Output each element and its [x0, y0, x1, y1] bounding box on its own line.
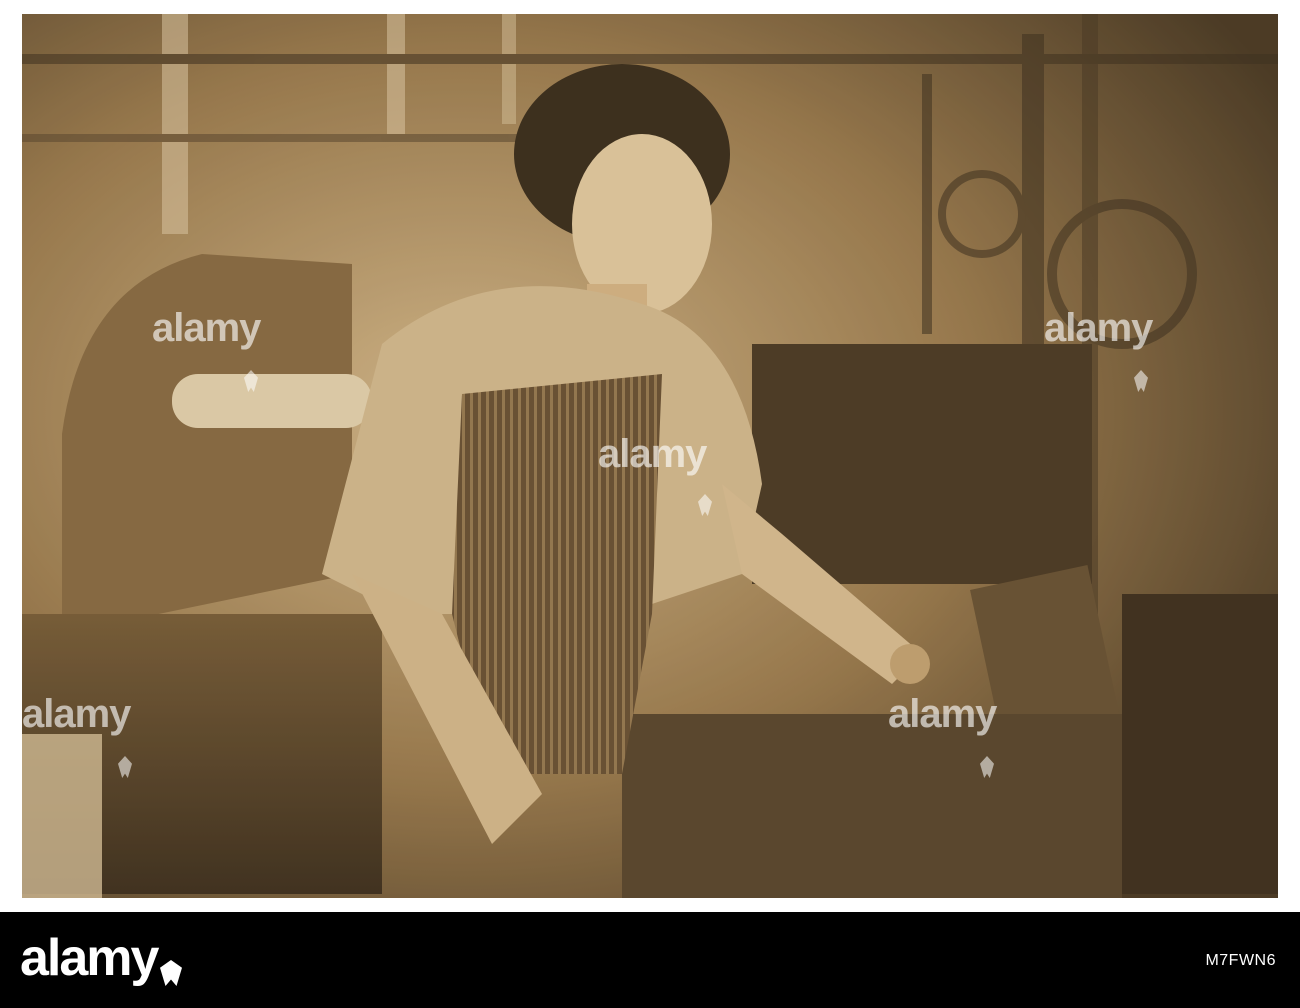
watermark-text: alamy	[152, 306, 261, 350]
image-id: M7FWN6	[1205, 952, 1276, 969]
photo: alamy alamy alamy alamy alamy	[22, 14, 1278, 898]
watermark-text: alamy	[22, 692, 131, 736]
footer-brand-logo[interactable]: alamy	[20, 932, 159, 984]
watermark-text: alamy	[888, 692, 997, 736]
watermark-text: alamy	[1044, 306, 1153, 350]
watermark-text: alamy	[598, 432, 707, 476]
stock-footer-bar: alamy M7FWN6	[0, 912, 1300, 1008]
brand-mark-icon	[160, 960, 182, 986]
